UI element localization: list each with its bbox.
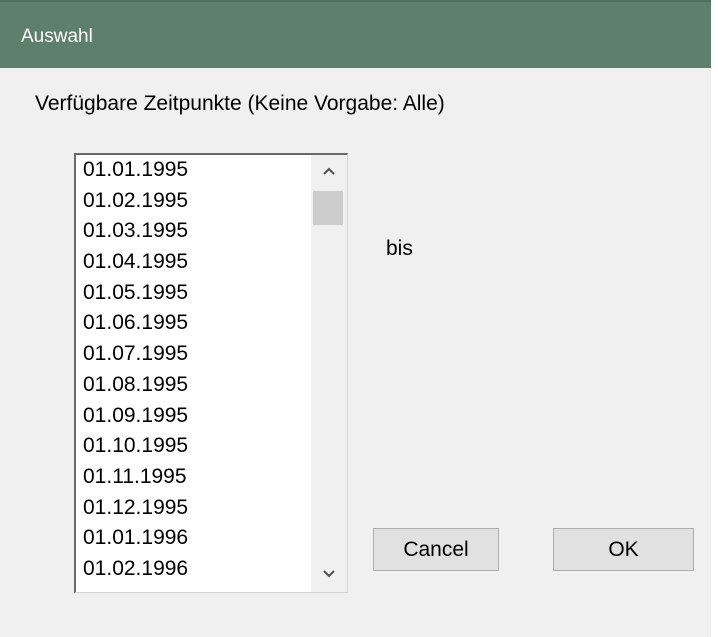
listbox-scrollbar[interactable]: [311, 155, 347, 592]
list-item[interactable]: 01.07.1995: [76, 339, 308, 370]
timepoints-listbox[interactable]: 01.01.1995 01.02.1995 01.03.1995 01.04.1995…: [74, 153, 348, 593]
list-item[interactable]: 01.03.1995: [76, 216, 308, 247]
list-item[interactable]: 01.11.1995: [76, 462, 308, 493]
chevron-up-icon: [322, 163, 336, 181]
cancel-button[interactable]: Cancel: [373, 528, 499, 571]
title-bar[interactable]: Auswahl: [0, 0, 711, 68]
list-item[interactable]: 01.02.1995: [76, 186, 308, 217]
dialog-window: Auswahl Verfügbare Zeitpunkte (Keine Vor…: [0, 0, 712, 637]
scroll-thumb[interactable]: [313, 191, 343, 225]
available-timepoints-label: Verfügbare Zeitpunkte (Keine Vorgabe: Al…: [35, 92, 445, 115]
window-title: Auswahl: [21, 26, 93, 47]
list-item[interactable]: 01.12.1995: [76, 493, 308, 524]
timepoints-list[interactable]: 01.01.1995 01.02.1995 01.03.1995 01.04.1995…: [76, 155, 308, 592]
chevron-down-icon: [322, 566, 336, 584]
ok-button[interactable]: OK: [553, 528, 694, 571]
list-item[interactable]: 01.01.1995: [76, 155, 308, 186]
list-item[interactable]: 01.04.1995: [76, 247, 308, 278]
scroll-down-button[interactable]: [311, 558, 347, 592]
list-item[interactable]: 01.02.1996: [76, 554, 308, 585]
list-item[interactable]: 01.10.1995: [76, 431, 308, 462]
list-item[interactable]: 01.01.1996: [76, 523, 308, 554]
list-item[interactable]: 01.06.1995: [76, 308, 308, 339]
list-item[interactable]: 01.05.1995: [76, 278, 308, 309]
desktop-background: [711, 0, 718, 637]
scroll-up-button[interactable]: [311, 155, 347, 189]
list-item[interactable]: 01.09.1995: [76, 401, 308, 432]
range-separator-label: bis: [386, 237, 413, 260]
list-item[interactable]: 01.08.1995: [76, 370, 308, 401]
